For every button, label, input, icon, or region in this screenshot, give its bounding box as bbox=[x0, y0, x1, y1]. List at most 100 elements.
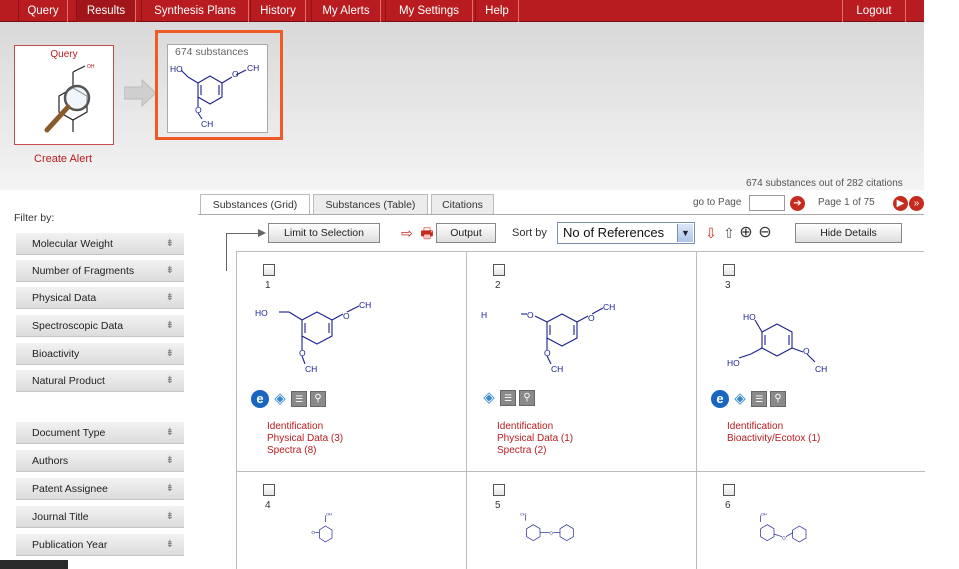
link-spectra[interactable]: Spectra (2) bbox=[497, 445, 573, 457]
ch3-label: CH bbox=[815, 364, 827, 374]
expand-icon: ⇟ bbox=[165, 348, 174, 359]
link-bioactivity[interactable]: Bioactivity/Ecotox (1) bbox=[727, 433, 820, 445]
create-alert-link[interactable]: Create Alert bbox=[34, 153, 92, 165]
filter-journal-title[interactable]: Journal Title ⇟ bbox=[16, 506, 184, 528]
magnifier-icon[interactable]: ⚲ bbox=[519, 390, 535, 406]
oh-label: OH bbox=[761, 511, 767, 516]
document-icon[interactable]: ☰ bbox=[751, 391, 767, 407]
substance-grid: 1 HO O CH O CH e ◈ ☰ ⚲ Identification Ph… bbox=[236, 251, 925, 569]
structure-drawing: OH O bbox=[760, 511, 807, 543]
filter-authors[interactable]: Authors ⇟ bbox=[16, 450, 184, 472]
result-structure-card[interactable]: 674 substances HO O CH O CH bbox=[167, 44, 268, 133]
select-checkbox[interactable] bbox=[723, 264, 735, 276]
expand-icon: ⇟ bbox=[165, 427, 174, 438]
tab-substances-table[interactable]: Substances (Table) bbox=[313, 194, 428, 214]
reaction-icon[interactable]: ◈ bbox=[272, 391, 288, 407]
export-icon[interactable]: ⇨ bbox=[398, 224, 416, 242]
link-spectra[interactable]: Spectra (8) bbox=[267, 445, 343, 457]
sort-select[interactable]: No of References ▼ bbox=[557, 222, 695, 244]
nav-query[interactable]: Query bbox=[18, 0, 68, 22]
limit-to-selection-button[interactable]: Limit to Selection bbox=[268, 223, 380, 243]
link-identification[interactable]: Identification bbox=[497, 421, 573, 433]
reaction-icon[interactable]: ◈ bbox=[481, 390, 497, 406]
expand-icon: ⇟ bbox=[165, 320, 174, 331]
document-icon[interactable]: ☰ bbox=[291, 391, 307, 407]
substance-number: 3 bbox=[725, 280, 731, 291]
filter-natural-product[interactable]: Natural Product ⇟ bbox=[16, 370, 184, 392]
filter-label: Document Type bbox=[32, 427, 106, 439]
o-label: O bbox=[311, 530, 315, 535]
next-page-button[interactable]: ▶ bbox=[893, 196, 908, 211]
print-icon[interactable]: 🖶 bbox=[418, 224, 436, 242]
expand-icon: ⇟ bbox=[165, 455, 174, 466]
ch3-label: CH bbox=[520, 511, 526, 516]
result-ho-label: HO bbox=[170, 64, 183, 74]
select-checkbox[interactable] bbox=[263, 264, 275, 276]
document-icon[interactable]: ☰ bbox=[500, 390, 516, 406]
select-checkbox[interactable] bbox=[493, 264, 505, 276]
structure-drawing: CH O bbox=[520, 511, 574, 542]
nav-results[interactable]: Results bbox=[76, 0, 136, 22]
goto-page-input[interactable] bbox=[749, 195, 785, 211]
ch3-label: CH bbox=[359, 300, 371, 310]
filter-label: Number of Fragments bbox=[32, 265, 135, 277]
structure-drawing[interactable]: H O O CH O CH bbox=[477, 292, 687, 382]
substance-actions: ◈ ☰ ⚲ bbox=[481, 390, 538, 408]
expand-icon: ⇟ bbox=[165, 483, 174, 494]
filter-label: Natural Product bbox=[32, 375, 105, 387]
explorer-icon[interactable]: e bbox=[251, 390, 269, 408]
structure-drawing[interactable]: HO HO O CH bbox=[707, 292, 917, 382]
filter-label: Physical Data bbox=[32, 292, 97, 304]
hide-details-button[interactable]: Hide Details bbox=[795, 223, 902, 243]
result-structure-drawing: HO O CH O CH bbox=[170, 63, 259, 129]
sort-ascending-icon[interactable]: ⇧ bbox=[720, 224, 738, 242]
nav-history[interactable]: History bbox=[250, 0, 306, 22]
select-checkbox[interactable] bbox=[723, 484, 735, 496]
page-info: Page 1 of 75 bbox=[818, 197, 875, 208]
link-physical-data[interactable]: Physical Data (1) bbox=[497, 433, 573, 445]
magnifier-icon[interactable]: ⚲ bbox=[310, 391, 326, 407]
substance-actions: e ◈ ☰ ⚲ bbox=[251, 390, 329, 408]
link-identification[interactable]: Identification bbox=[267, 421, 343, 433]
select-checkbox[interactable] bbox=[263, 484, 275, 496]
query-structure-thumbnail[interactable]: Query OH bbox=[14, 45, 114, 145]
nav-help[interactable]: Help bbox=[475, 0, 519, 22]
filter-physical-data[interactable]: Physical Data ⇟ bbox=[16, 287, 184, 309]
goto-page-button[interactable]: ➔ bbox=[790, 196, 805, 211]
logout-button[interactable]: Logout bbox=[842, 0, 906, 22]
filter-patent-assignee[interactable]: Patent Assignee ⇟ bbox=[16, 478, 184, 500]
zoom-out-icon[interactable]: ⊖ bbox=[756, 224, 774, 242]
output-button[interactable]: Output bbox=[436, 223, 496, 243]
magnifier-icon[interactable]: ⚲ bbox=[770, 391, 786, 407]
nav-my-alerts[interactable]: My Alerts bbox=[311, 0, 381, 22]
structure-drawing[interactable]: HO O CH O CH bbox=[247, 292, 457, 382]
expand-icon: ⇟ bbox=[165, 292, 174, 303]
filter-number-of-fragments[interactable]: Number of Fragments ⇟ bbox=[16, 260, 184, 282]
sort-selected-value: No of References bbox=[563, 225, 665, 240]
nav-my-settings[interactable]: My Settings bbox=[385, 0, 473, 22]
o-label: O bbox=[343, 311, 350, 321]
nav-synthesis-plans[interactable]: Synthesis Plans bbox=[141, 0, 249, 22]
reaction-icon[interactable]: ◈ bbox=[732, 391, 748, 407]
last-page-button[interactable]: » bbox=[909, 196, 924, 211]
tab-substances-grid[interactable]: Substances (Grid) bbox=[200, 194, 310, 215]
filter-molecular-weight[interactable]: Molecular Weight ⇟ bbox=[16, 233, 184, 255]
result-o-label: O bbox=[232, 69, 239, 79]
filter-bioactivity[interactable]: Bioactivity ⇟ bbox=[16, 343, 184, 365]
result-ch3b-label: CH bbox=[201, 119, 213, 129]
select-checkbox[interactable] bbox=[493, 484, 505, 496]
o-label: O bbox=[803, 346, 810, 356]
expand-icon: ⇟ bbox=[165, 375, 174, 386]
filter-document-type[interactable]: Document Type ⇟ bbox=[16, 422, 184, 444]
filter-spectroscopic-data[interactable]: Spectroscopic Data ⇟ bbox=[16, 315, 184, 337]
result-ch3-label: CH bbox=[247, 63, 259, 73]
filter-label: Patent Assignee bbox=[32, 483, 108, 495]
chevron-down-icon[interactable]: ▼ bbox=[677, 224, 693, 242]
link-physical-data[interactable]: Physical Data (3) bbox=[267, 433, 343, 445]
tab-citations[interactable]: Citations bbox=[431, 194, 494, 214]
explorer-icon[interactable]: e bbox=[711, 390, 729, 408]
zoom-in-icon[interactable]: ⊕ bbox=[737, 224, 755, 242]
link-identification[interactable]: Identification bbox=[727, 421, 820, 433]
filter-publication-year[interactable]: Publication Year ⇟ bbox=[16, 534, 184, 556]
sort-descending-icon[interactable]: ⇩ bbox=[702, 224, 720, 242]
